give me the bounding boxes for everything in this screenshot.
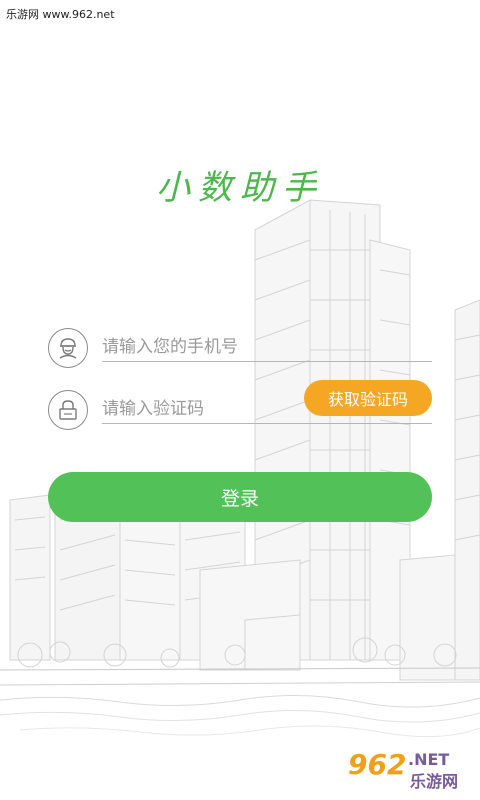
phone-field-row: [48, 326, 432, 370]
site-logo: 962 .NET 乐游网: [344, 748, 474, 792]
logo-cn-text: 乐游网: [410, 772, 459, 791]
lock-icon: [48, 390, 88, 430]
user-avatar-icon: [48, 328, 88, 368]
logo-brand-text: 962: [348, 748, 407, 781]
watermark-text: 乐游网 www.962.net: [6, 8, 115, 21]
phone-input[interactable]: [102, 332, 432, 362]
code-field-row: 获取验证码: [48, 380, 432, 432]
phone-underline: [102, 361, 432, 362]
logo-net-text: .NET: [408, 750, 450, 769]
login-button[interactable]: 登录: [48, 472, 432, 522]
code-underline: [102, 423, 432, 424]
verification-code-input[interactable]: [102, 394, 302, 424]
app-title: 小数助手: [156, 168, 324, 208]
get-verification-code-button[interactable]: 获取验证码: [304, 380, 432, 416]
